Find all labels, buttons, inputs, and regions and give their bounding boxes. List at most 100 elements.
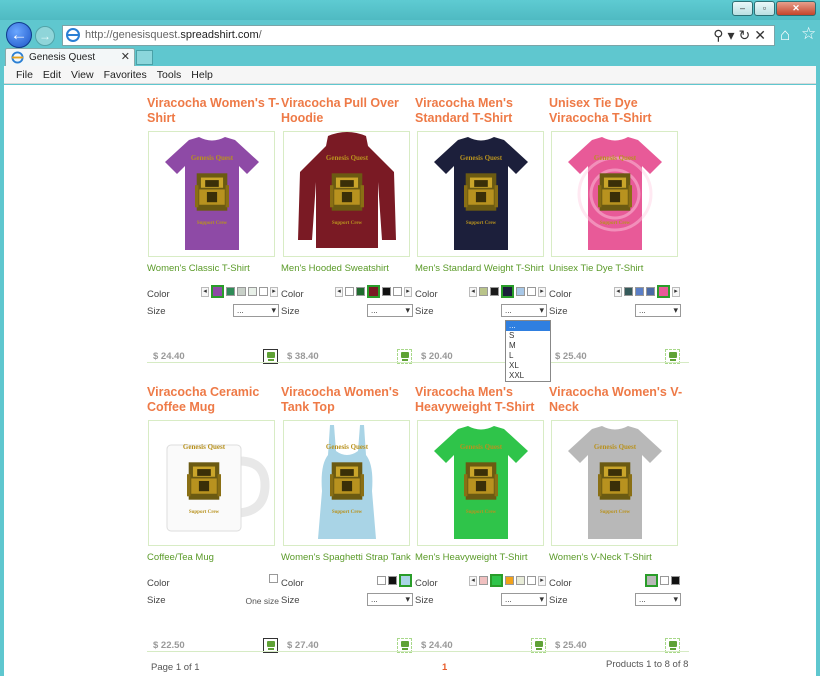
swatch-prev-icon[interactable]: ◂ — [201, 286, 209, 297]
size-option[interactable]: ... — [506, 321, 550, 331]
product-image-box[interactable]: Genesis Quest Support Crew — [551, 420, 678, 546]
menu-tools[interactable]: Tools — [157, 66, 182, 83]
product-type-link[interactable]: Women's Classic T-Shirt — [147, 263, 250, 274]
swatch-next-icon[interactable]: ▸ — [538, 575, 546, 586]
color-swatch[interactable] — [516, 287, 525, 296]
product-image-box[interactable]: Genesis Quest Support Crew — [283, 420, 410, 546]
swatch-next-icon[interactable]: ▸ — [672, 286, 680, 297]
color-swatch[interactable] — [660, 576, 669, 585]
color-swatch[interactable] — [516, 576, 525, 585]
tab-genesis-quest[interactable]: Genesis Quest ✕ — [5, 48, 135, 66]
color-swatch[interactable] — [645, 574, 658, 587]
color-swatch[interactable] — [259, 287, 268, 296]
swatch-prev-icon[interactable]: ◂ — [469, 575, 477, 586]
product-title[interactable]: Viracocha Men's Standard T-Shirt — [415, 96, 549, 126]
new-tab-button[interactable] — [136, 50, 153, 65]
color-swatch[interactable] — [671, 576, 680, 585]
maximize-button[interactable]: ▫ — [754, 1, 775, 16]
menu-edit[interactable]: Edit — [43, 66, 61, 83]
color-swatch[interactable] — [490, 574, 503, 587]
swatch-prev-icon[interactable]: ◂ — [614, 286, 622, 297]
size-option[interactable]: XXL — [506, 371, 550, 381]
size-select[interactable]: ... — [635, 304, 681, 317]
product-title[interactable]: Viracocha Ceramic Coffee Mug — [147, 385, 281, 415]
color-swatch[interactable] — [527, 576, 536, 585]
back-arrow-icon[interactable]: ← — [6, 22, 32, 48]
color-swatch[interactable] — [382, 287, 391, 296]
size-select[interactable]: ... — [233, 304, 279, 317]
product-type-link[interactable]: Men's Hooded Sweatshirt — [281, 263, 389, 274]
size-select[interactable]: ... — [635, 593, 681, 606]
size-option[interactable]: S — [506, 331, 550, 341]
swatch-prev-icon[interactable]: ◂ — [469, 286, 477, 297]
size-option[interactable]: XL — [506, 361, 550, 371]
color-swatch[interactable] — [527, 287, 536, 296]
swatch-next-icon[interactable]: ▸ — [404, 286, 412, 297]
product-type-link[interactable]: Women's V-Neck T-Shirt — [549, 552, 652, 563]
size-select[interactable]: ... — [501, 304, 547, 317]
size-select[interactable]: ... — [501, 593, 547, 606]
size-option[interactable]: L — [506, 351, 550, 361]
refresh-icon[interactable]: ↻ — [739, 27, 755, 43]
menu-help[interactable]: Help — [191, 66, 213, 83]
color-swatch[interactable] — [501, 285, 514, 298]
color-swatch[interactable] — [393, 287, 402, 296]
product-type-link[interactable]: Women's Spaghetti Strap Tank — [281, 552, 411, 563]
swatch-prev-icon[interactable]: ◂ — [335, 286, 343, 297]
color-swatch[interactable] — [248, 287, 257, 296]
product-image-box[interactable]: Genesis Quest Support Crew — [148, 420, 275, 546]
color-swatch[interactable] — [624, 287, 633, 296]
color-swatch[interactable] — [388, 576, 397, 585]
minimize-button[interactable]: – — [732, 1, 753, 16]
product-title[interactable]: Viracocha Pull Over Hoodie — [281, 96, 415, 126]
stop-icon[interactable]: ✕ — [754, 27, 770, 43]
color-swatch[interactable] — [345, 287, 354, 296]
product-title[interactable]: Viracocha Men's Heavyweight T-Shirt — [415, 385, 549, 415]
size-select[interactable]: ... — [367, 593, 413, 606]
swatch-next-icon[interactable]: ▸ — [538, 286, 546, 297]
product-type-link[interactable]: Men's Standard Weight T-Shirt — [415, 263, 544, 274]
product-image-box[interactable]: Genesis Quest Support Crew — [417, 420, 544, 546]
product-image-box[interactable]: Genesis Quest Support Crew — [551, 131, 678, 257]
product-image-box[interactable]: Genesis Quest Support Crew — [283, 131, 410, 257]
close-window-button[interactable]: ✕ — [776, 1, 816, 16]
product-type-link[interactable]: Coffee/Tea Mug — [147, 552, 214, 563]
size-option[interactable]: M — [506, 341, 550, 351]
color-swatch[interactable] — [635, 287, 644, 296]
color-swatch[interactable] — [211, 285, 224, 298]
color-swatch[interactable] — [237, 287, 246, 296]
color-swatch[interactable] — [479, 576, 488, 585]
search-icon[interactable]: ⚲ — [713, 27, 727, 43]
color-swatch[interactable] — [356, 287, 365, 296]
color-swatch[interactable] — [657, 285, 670, 298]
favorites-star-icon[interactable]: ☆ — [801, 24, 816, 44]
color-swatch[interactable] — [479, 287, 488, 296]
product-type-link[interactable]: Men's Heavyweight T-Shirt — [415, 552, 528, 563]
menu-favorites[interactable]: Favorites — [104, 66, 147, 83]
menu-file[interactable]: File — [16, 66, 33, 83]
page-link-1[interactable]: 1 — [442, 662, 447, 673]
color-swatch[interactable] — [269, 574, 278, 583]
size-dropdown-list[interactable]: ... S M L XL XXL — [505, 320, 551, 382]
product-image-box[interactable]: Genesis Quest Support Crew — [417, 131, 544, 257]
home-icon[interactable]: ⌂ — [780, 25, 790, 45]
product-title[interactable]: Viracocha Women's T-Shirt — [147, 96, 281, 126]
color-swatch[interactable] — [367, 285, 380, 298]
color-swatch[interactable] — [505, 576, 514, 585]
product-title[interactable]: Viracocha Women's Tank Top — [281, 385, 415, 415]
color-swatch[interactable] — [377, 576, 386, 585]
swatch-next-icon[interactable]: ▸ — [270, 286, 278, 297]
address-bar[interactable]: http://genesisquest.spreadshirt.com/ ⚲▾↻… — [62, 25, 775, 46]
product-image-box[interactable]: Genesis Quest Support Crew — [148, 131, 275, 257]
product-title[interactable]: Unisex Tie Dye Viracocha T-Shirt — [549, 96, 683, 126]
product-title[interactable]: Viracocha Women's V-Neck — [549, 385, 683, 415]
dropdown-icon[interactable]: ▾ — [728, 27, 739, 43]
size-select[interactable]: ... — [367, 304, 413, 317]
color-swatch[interactable] — [399, 574, 412, 587]
color-swatch[interactable] — [226, 287, 235, 296]
tab-close-icon[interactable]: ✕ — [121, 50, 130, 63]
forward-arrow-icon[interactable]: → — [35, 26, 55, 46]
menu-view[interactable]: View — [71, 66, 94, 83]
product-type-link[interactable]: Unisex Tie Dye T-Shirt — [549, 263, 643, 274]
color-swatch[interactable] — [490, 287, 499, 296]
